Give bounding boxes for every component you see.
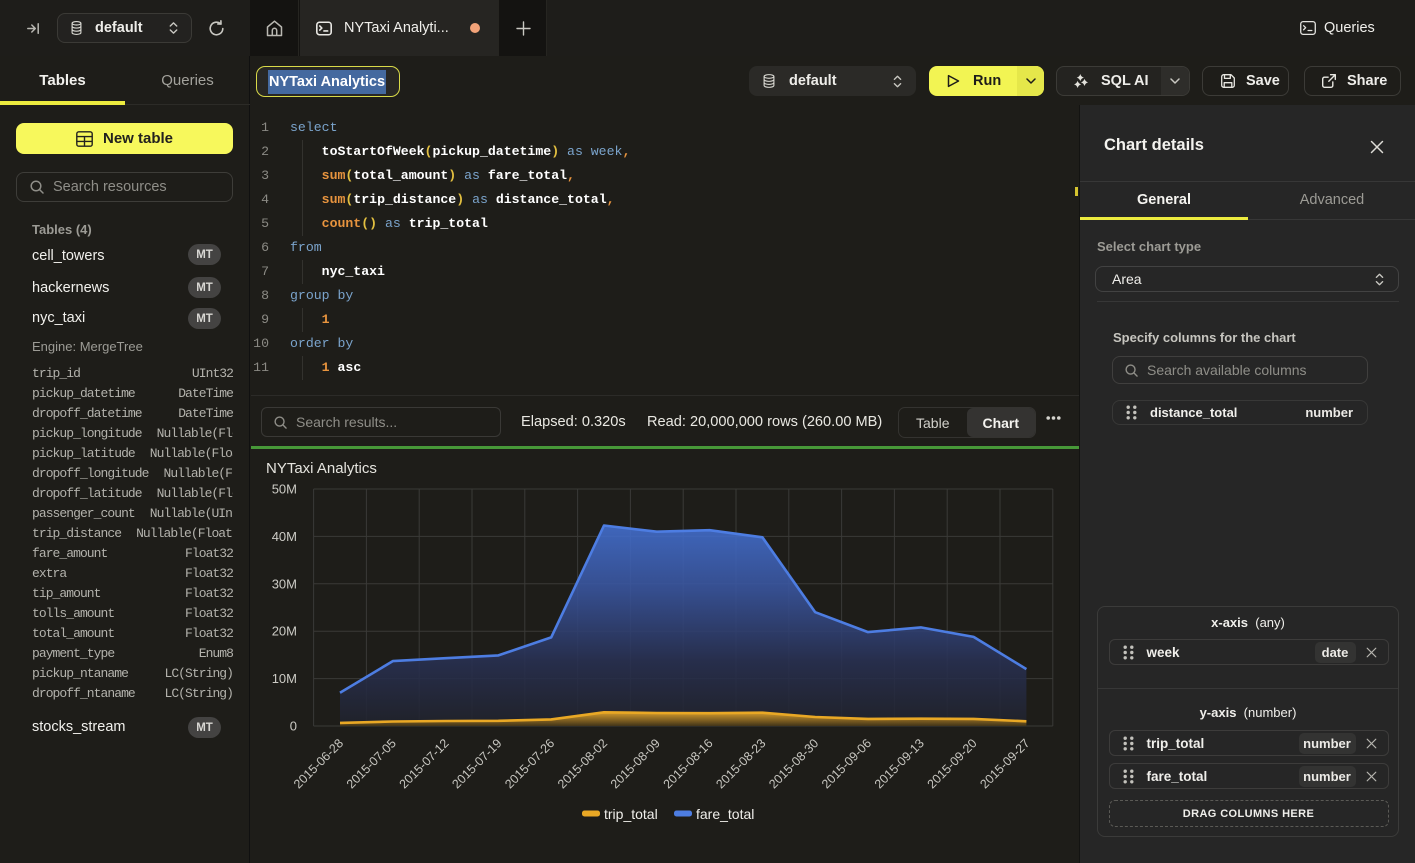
svg-text:2015-07-19: 2015-07-19: [449, 736, 504, 791]
svg-text:10M: 10M: [272, 671, 297, 686]
svg-text:2015-09-27: 2015-09-27: [977, 736, 1032, 791]
svg-text:0: 0: [290, 719, 297, 734]
svg-text:2015-08-02: 2015-08-02: [555, 736, 610, 791]
svg-text:2015-08-30: 2015-08-30: [766, 736, 821, 791]
svg-text:2015-06-28: 2015-06-28: [291, 736, 346, 791]
svg-text:40M: 40M: [272, 529, 297, 544]
svg-text:2015-08-16: 2015-08-16: [661, 736, 716, 791]
svg-text:2015-07-05: 2015-07-05: [344, 736, 399, 791]
svg-text:fare_total: fare_total: [696, 806, 754, 822]
svg-text:20M: 20M: [272, 624, 297, 639]
svg-text:2015-09-20: 2015-09-20: [925, 736, 980, 791]
svg-text:2015-07-26: 2015-07-26: [502, 736, 557, 791]
svg-text:2015-09-06: 2015-09-06: [819, 736, 874, 791]
svg-text:50M: 50M: [272, 482, 297, 497]
svg-text:NYTaxi Analytics: NYTaxi Analytics: [266, 460, 377, 477]
svg-text:trip_total: trip_total: [604, 806, 658, 822]
svg-text:2015-08-09: 2015-08-09: [608, 736, 663, 791]
svg-text:30M: 30M: [272, 576, 297, 591]
svg-text:2015-07-12: 2015-07-12: [397, 736, 452, 791]
svg-text:2015-09-13: 2015-09-13: [872, 736, 927, 791]
svg-text:2015-08-23: 2015-08-23: [713, 736, 768, 791]
